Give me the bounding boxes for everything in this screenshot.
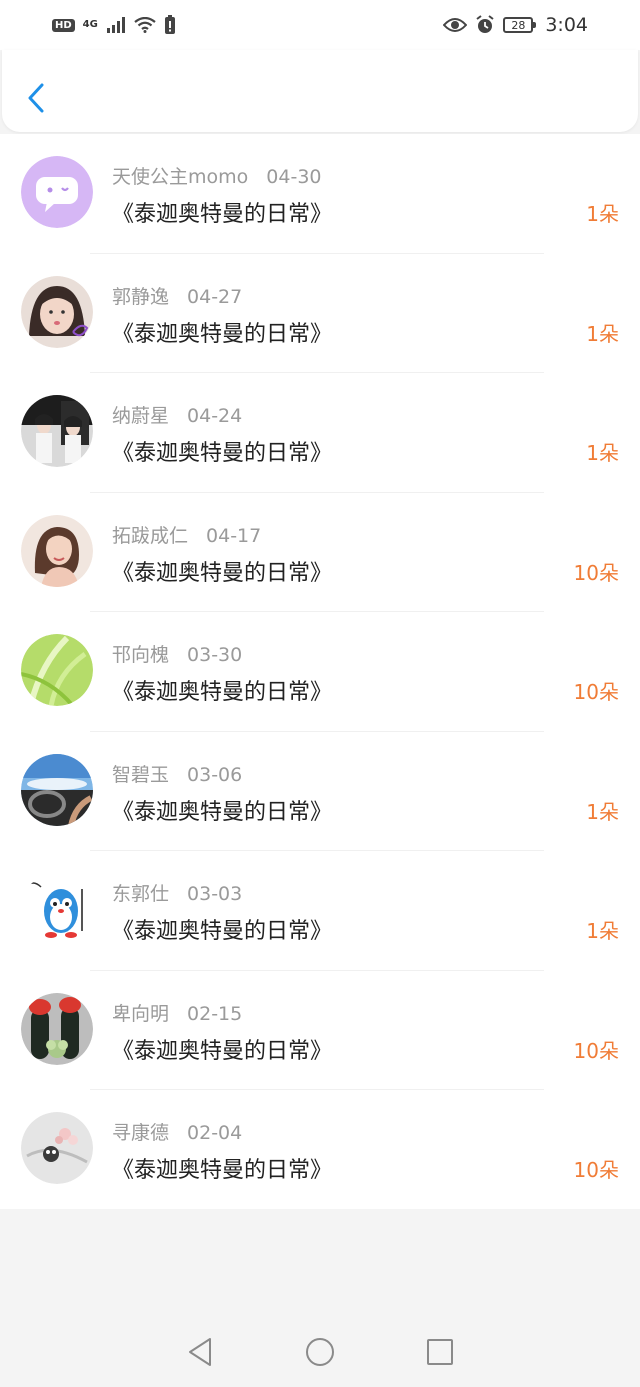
avatar[interactable]	[21, 275, 93, 348]
network-type: 4G	[82, 19, 98, 30]
avatar[interactable]	[21, 992, 93, 1065]
avatar[interactable]	[21, 634, 93, 706]
sender-name: 拓跋成仁	[112, 524, 189, 547]
wifi-icon	[134, 17, 156, 33]
status-bar: HD 4G 28 3:04	[0, 0, 640, 50]
gift-record-list: 天使公主momo 04-30 《泰迦奥特曼的日常》 1朵 郭静逸 04-27 《…	[0, 134, 640, 1209]
nav-recents-button[interactable]	[424, 1336, 456, 1368]
flower-count: 10朵	[573, 680, 619, 704]
date: 02-15	[187, 1002, 243, 1025]
cactus-photo-icon	[21, 992, 93, 1065]
date: 04-27	[187, 285, 243, 308]
back-triangle-icon	[189, 1338, 211, 1366]
work-title: 《泰迦奥特曼的日常》	[112, 441, 333, 466]
work-title: 《泰迦奥特曼的日常》	[112, 560, 333, 586]
chat-bubble-icon	[21, 156, 93, 228]
date: 02-04	[187, 1122, 243, 1144]
avatar[interactable]	[21, 753, 93, 826]
work-title: 《泰迦奥特曼的日常》	[112, 321, 333, 347]
status-right: 28 3:04	[443, 14, 588, 36]
date: 03-30	[187, 644, 243, 666]
leaf-photo-icon	[21, 634, 93, 706]
eye-icon	[443, 18, 468, 32]
date: 03-03	[187, 883, 243, 905]
top-header	[2, 50, 638, 132]
system-nav-bar	[0, 1317, 640, 1387]
avatar[interactable]	[21, 395, 93, 467]
name-line: 东郭仕 03-03	[112, 879, 242, 906]
flower-count: 10朵	[573, 560, 619, 585]
flower-count: 1朵	[586, 321, 619, 346]
name-line: 邗向槐 03-30	[112, 640, 242, 667]
user-photo-icon	[21, 275, 93, 348]
clock: 3:04	[545, 14, 588, 36]
name-line: 卑向明 02-15	[112, 999, 242, 1026]
flower-count: 10朵	[573, 1158, 619, 1182]
name-line: 纳蔚星 04-24	[112, 401, 242, 428]
home-circle-icon	[306, 1338, 334, 1366]
user-photo-icon	[21, 395, 93, 467]
avatar[interactable]	[21, 1112, 93, 1184]
list-item[interactable]: 纳蔚星 04-24 《泰迦奥特曼的日常》 1朵	[0, 373, 640, 493]
recents-square-icon	[427, 1339, 453, 1365]
sender-name: 智碧玉	[112, 763, 170, 786]
flower-count: 1朵	[586, 441, 619, 465]
date: 04-17	[206, 524, 262, 547]
work-title: 《泰迦奥特曼的日常》	[112, 799, 333, 825]
flower-count: 1朵	[586, 202, 619, 226]
nav-home-button[interactable]	[304, 1336, 336, 1368]
chevron-left-icon	[28, 83, 44, 113]
nav-back-button[interactable]	[184, 1336, 216, 1368]
work-title: 《泰迦奥特曼的日常》	[112, 202, 333, 227]
list-item[interactable]: 卑向明 02-15 《泰迦奥特曼的日常》 10朵	[0, 971, 640, 1091]
date: 04-24	[187, 405, 243, 427]
name-line: 拓跋成仁 04-17	[112, 521, 261, 548]
name-line: 智碧玉 03-06	[112, 760, 242, 787]
sender-name: 邗向槐	[112, 644, 170, 666]
avatar[interactable]	[21, 514, 93, 587]
signal-icon	[106, 17, 125, 33]
list-item[interactable]: 智碧玉 03-06 《泰迦奥特曼的日常》 1朵	[0, 732, 640, 852]
sender-name: 天使公主momo	[112, 166, 249, 188]
list-item[interactable]: 拓跋成仁 04-17 《泰迦奥特曼的日常》 10朵	[0, 493, 640, 613]
hd-badge: HD	[52, 18, 75, 32]
avatar[interactable]	[21, 156, 93, 228]
list-item[interactable]: 郭静逸 04-27 《泰迦奥特曼的日常》 1朵	[0, 254, 640, 374]
flower-photo-icon	[21, 1112, 93, 1184]
flower-count: 1朵	[586, 919, 619, 943]
work-title: 《泰迦奥特曼的日常》	[112, 1038, 333, 1064]
battery-indicator: 28	[503, 17, 537, 33]
user-photo-icon	[21, 514, 93, 587]
name-line: 寻康德 02-04	[112, 1118, 242, 1145]
status-left: HD 4G	[52, 15, 176, 35]
list-item[interactable]: 东郭仕 03-03 《泰迦奥特曼的日常》 1朵	[0, 851, 640, 971]
sender-name: 东郭仕	[112, 883, 170, 905]
name-line: 郭静逸 04-27	[112, 282, 242, 309]
list-item[interactable]: 寻康德 02-04 《泰迦奥特曼的日常》 10朵	[0, 1090, 640, 1210]
alarm-icon	[476, 15, 494, 33]
sender-name: 郭静逸	[112, 285, 170, 308]
work-title: 《泰迦奥特曼的日常》	[112, 919, 333, 944]
alert-battery-icon	[164, 15, 175, 34]
sender-name: 卑向明	[112, 1002, 170, 1025]
cartoon-mascot-icon	[21, 873, 93, 945]
back-button[interactable]	[22, 80, 50, 116]
date: 03-06	[187, 763, 243, 786]
flower-count: 10朵	[573, 1038, 619, 1063]
sender-name: 寻康德	[112, 1122, 170, 1144]
list-item[interactable]: 天使公主momo 04-30 《泰迦奥特曼的日常》 1朵	[0, 134, 640, 254]
flower-count: 1朵	[586, 799, 619, 824]
work-title: 《泰迦奥特曼的日常》	[112, 1158, 333, 1183]
work-title: 《泰迦奥特曼的日常》	[112, 680, 333, 705]
avatar[interactable]	[21, 873, 93, 945]
car-photo-icon	[21, 753, 93, 826]
list-item[interactable]: 邗向槐 03-30 《泰迦奥特曼的日常》 10朵	[0, 612, 640, 732]
sender-name: 纳蔚星	[112, 405, 170, 427]
name-line: 天使公主momo 04-30	[112, 162, 322, 189]
date: 04-30	[266, 166, 322, 188]
